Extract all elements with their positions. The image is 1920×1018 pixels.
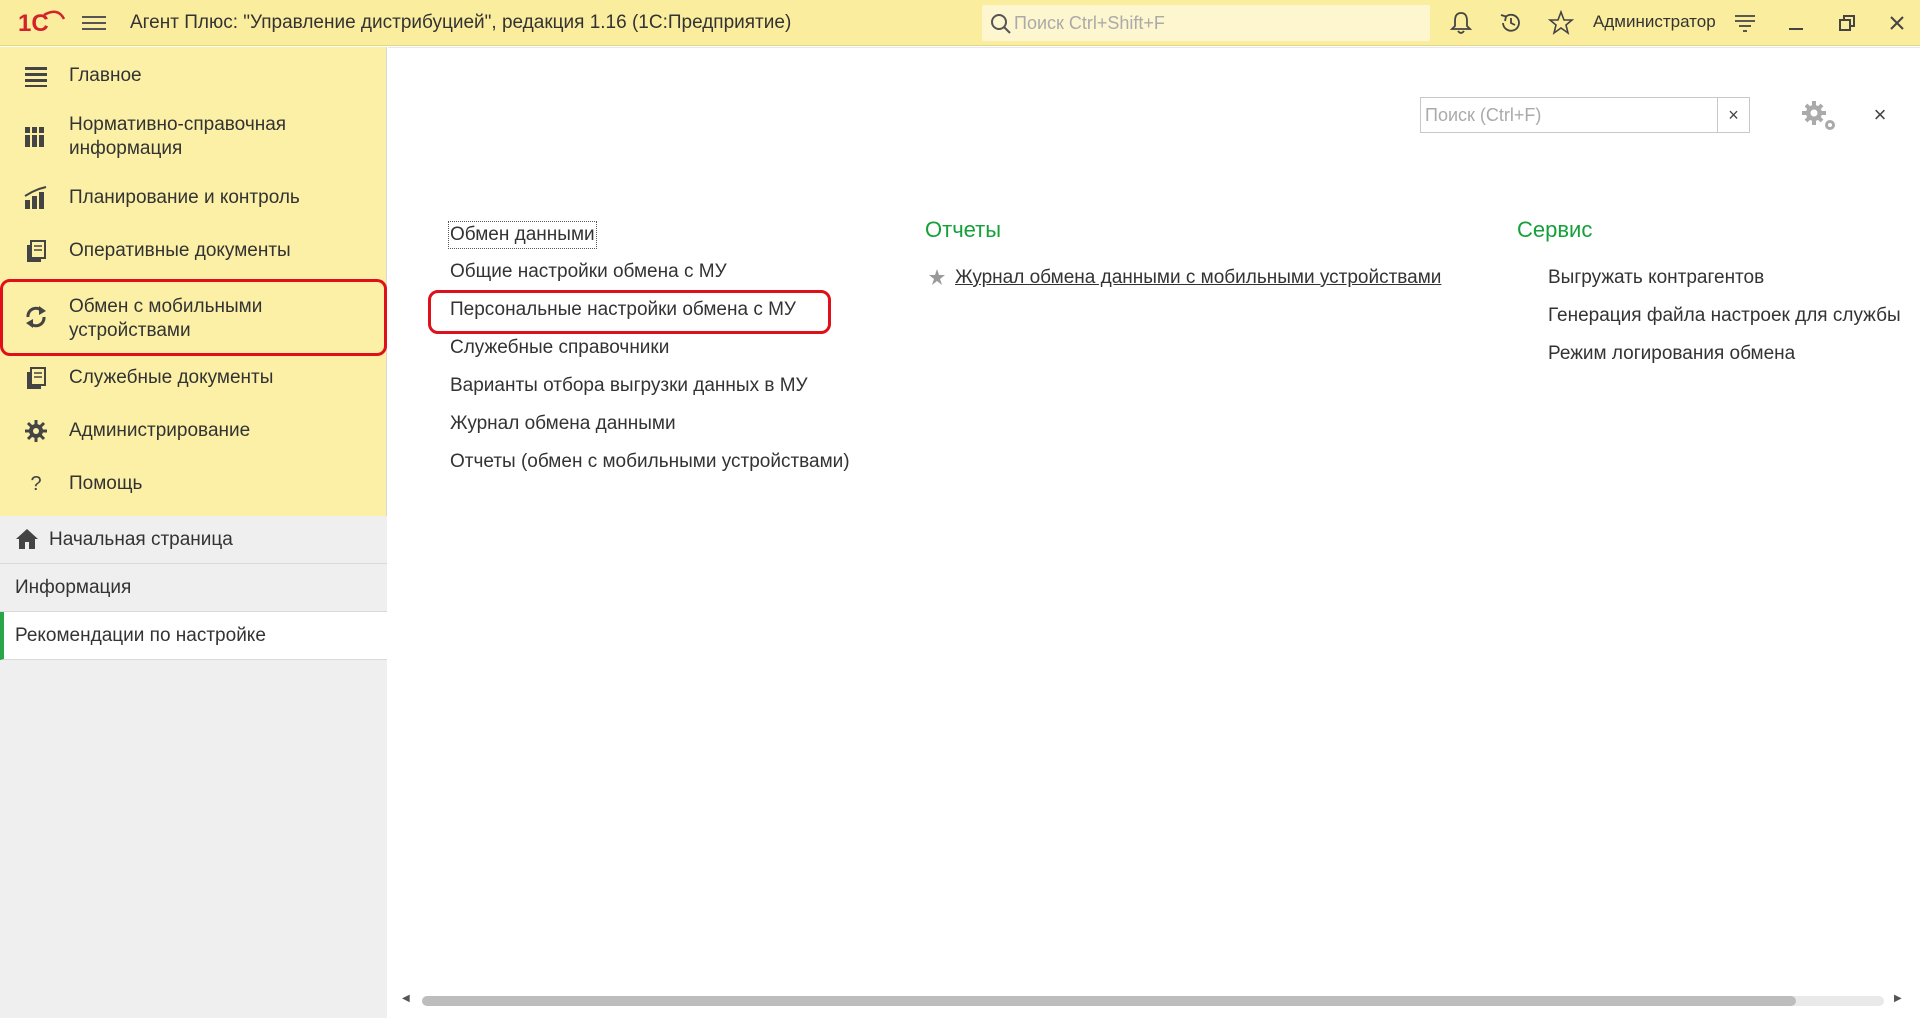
- link-data-exchange[interactable]: Обмен данными: [448, 221, 597, 249]
- top-bar: 1С Агент Плюс: "Управление дистрибуцией"…: [0, 0, 1920, 46]
- 1c-logo-icon[interactable]: 1С: [18, 9, 66, 37]
- section-planning[interactable]: Планирование и контроль: [0, 177, 387, 219]
- search-icon: [991, 14, 1011, 34]
- section-label: Планирование и контроль: [69, 187, 300, 208]
- section-main[interactable]: Главное: [0, 57, 387, 95]
- link-exchange-logging-mode[interactable]: Режим логирования обмена: [1548, 342, 1795, 366]
- bar-chart-icon: [24, 186, 47, 209]
- section-content: × × Обмен данными Общие настройки обмена…: [388, 47, 1920, 1018]
- nav-label: Начальная страница: [49, 529, 233, 550]
- minimize-icon[interactable]: [1783, 10, 1809, 36]
- link-service-catalogs[interactable]: Служебные справочники: [450, 336, 669, 360]
- list-lines-icon: [25, 67, 47, 87]
- section-label: Оперативные документы: [69, 240, 291, 261]
- main-menu-icon[interactable]: [82, 12, 106, 34]
- link-generate-settings-file[interactable]: Генерация файла настроек для службы: [1548, 304, 1901, 328]
- global-search-input[interactable]: [1014, 9, 1414, 37]
- question-icon: ?: [30, 472, 42, 495]
- section-label: Служебные документы: [69, 367, 274, 388]
- scroll-right-arrow-icon[interactable]: ▶: [1894, 993, 1902, 1004]
- section-reference-info[interactable]: Нормативно-справочная информация: [0, 107, 387, 167]
- close-window-icon[interactable]: [1884, 10, 1910, 36]
- section-label: Администрирование: [69, 420, 251, 441]
- user-name[interactable]: Администратор: [1593, 12, 1716, 32]
- nav-information[interactable]: Информация: [0, 564, 387, 612]
- link-upload-filter-options[interactable]: Варианты отбора выгрузки данных в МУ: [450, 374, 808, 398]
- section-help[interactable]: ? Помощь: [0, 463, 387, 505]
- section-service-docs[interactable]: Служебные документы: [0, 357, 387, 399]
- reports-heading: Отчеты: [925, 217, 1002, 242]
- favorites-star-icon[interactable]: [1548, 10, 1574, 36]
- books-icon: [25, 127, 44, 147]
- link-mobile-exchange-log-report[interactable]: Журнал обмена данными с мобильными устро…: [955, 266, 1441, 290]
- documents-icon: [27, 240, 46, 262]
- section-administration[interactable]: Администрирование: [0, 410, 387, 452]
- star-icon[interactable]: [928, 268, 946, 286]
- section-label: Нормативно-справочная информация: [69, 114, 287, 159]
- nav-label: Рекомендации по настройке: [15, 625, 266, 646]
- nav-home-page[interactable]: Начальная страница: [0, 516, 387, 564]
- link-general-exchange-settings[interactable]: Общие настройки обмена с МУ: [450, 260, 727, 284]
- close-section-button[interactable]: ×: [1866, 101, 1894, 129]
- link-personal-exchange-settings[interactable]: Персональные настройки обмена с МУ: [450, 298, 796, 322]
- nav-setup-recommendations[interactable]: Рекомендации по настройке: [0, 612, 387, 660]
- sync-icon: [26, 306, 46, 328]
- nav-label: Информация: [15, 577, 132, 598]
- service-heading: Сервис: [1517, 217, 1593, 242]
- documents-icon: [27, 367, 46, 389]
- settings-lines-icon[interactable]: [1732, 10, 1758, 36]
- navigation-panel: Начальная страница Информация Рекомендац…: [0, 516, 387, 1018]
- app-title: Агент Плюс: "Управление дистрибуцией", р…: [130, 12, 792, 33]
- global-search[interactable]: [982, 5, 1430, 41]
- link-mobile-exchange-reports[interactable]: Отчеты (обмен с мобильными устройствами): [450, 450, 850, 474]
- scroll-thumb[interactable]: [422, 996, 1796, 1006]
- link-upload-counterparties[interactable]: Выгружать контрагентов: [1548, 266, 1764, 290]
- section-search[interactable]: ×: [1420, 97, 1750, 133]
- link-exchange-log[interactable]: Журнал обмена данными: [450, 412, 676, 436]
- restore-icon[interactable]: [1834, 10, 1860, 36]
- home-icon: [16, 529, 38, 549]
- section-label: Главное: [69, 65, 142, 86]
- gear-icon: [25, 420, 47, 442]
- section-label: Помощь: [69, 473, 143, 494]
- settings-gear-icon[interactable]: [1798, 97, 1840, 133]
- history-icon[interactable]: [1498, 10, 1524, 36]
- scroll-left-arrow-icon[interactable]: ◀: [402, 993, 410, 1004]
- section-operational-docs[interactable]: Оперативные документы: [0, 230, 387, 272]
- section-label: Обмен с мобильными устройствами: [69, 296, 263, 341]
- section-search-input[interactable]: [1425, 101, 1710, 129]
- bell-icon[interactable]: [1448, 10, 1474, 36]
- horizontal-scrollbar[interactable]: ◀ ▶: [388, 992, 1920, 1008]
- section-mobile-exchange[interactable]: Обмен с мобильными устройствами: [0, 279, 387, 356]
- clear-search-button[interactable]: ×: [1717, 98, 1749, 132]
